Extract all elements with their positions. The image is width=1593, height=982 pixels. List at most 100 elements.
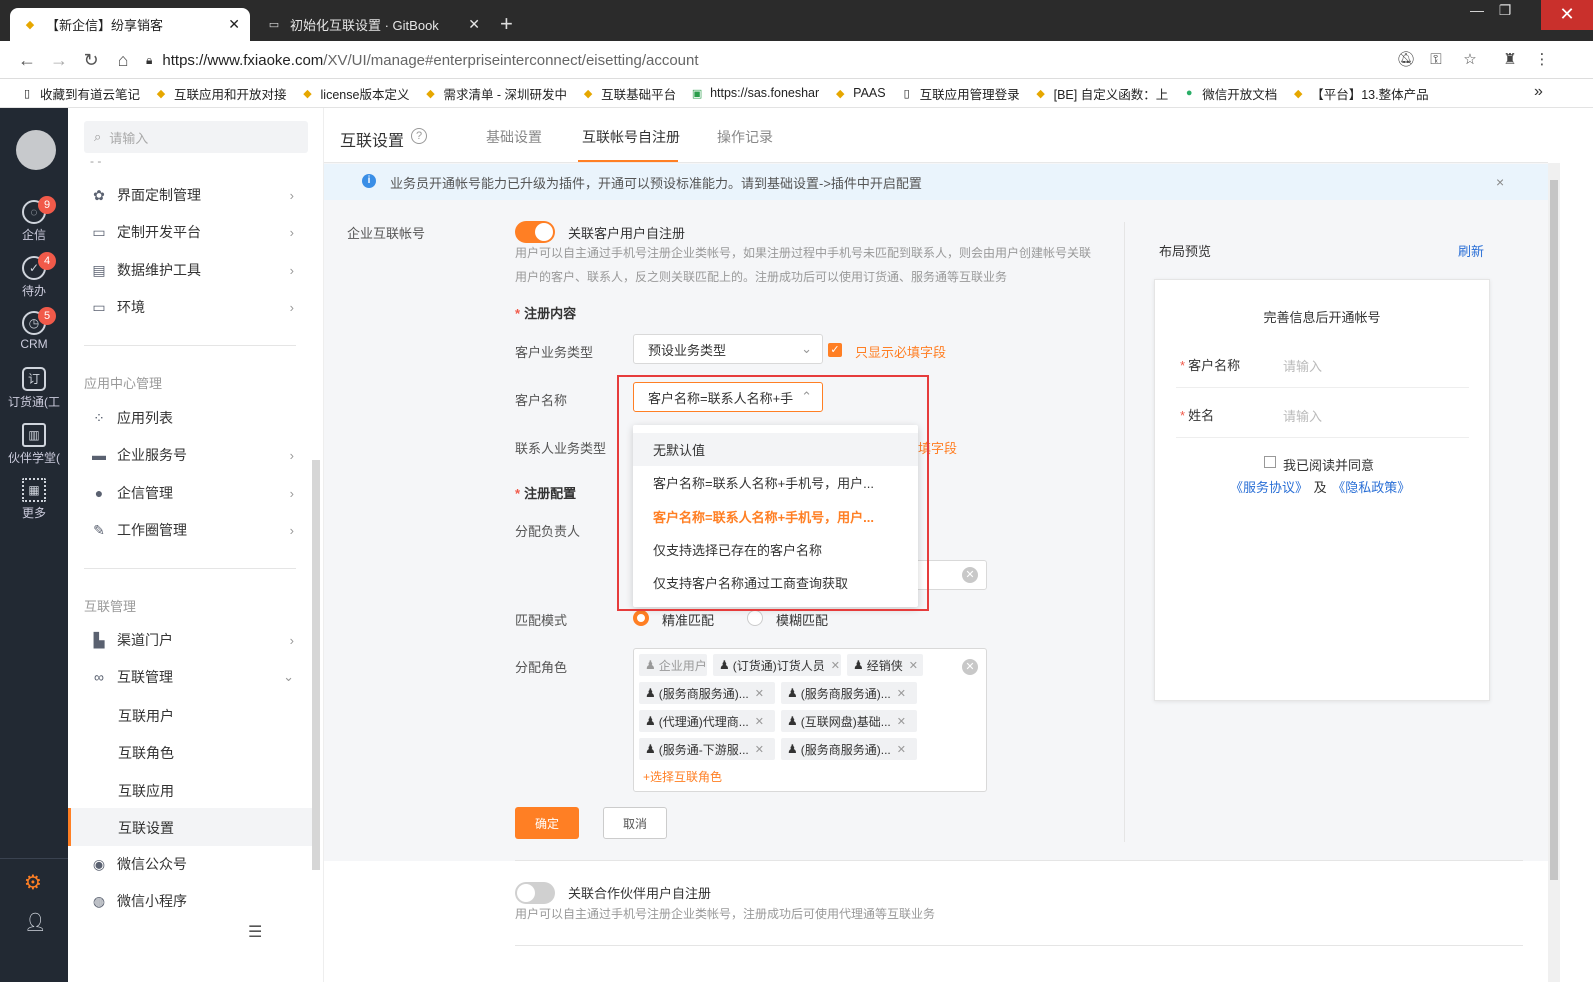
clear-icon[interactable]: ✕ bbox=[962, 659, 978, 675]
maximize-icon[interactable]: ❐ bbox=[1490, 2, 1520, 19]
bookmark[interactable]: ◆ 互联基础平台 bbox=[581, 84, 676, 103]
sidebar-item-interconnect-manage[interactable]: ∞ 互联管理 ⌄ bbox=[90, 665, 300, 689]
minimize-icon[interactable]: — bbox=[1462, 2, 1492, 18]
reload-icon[interactable]: ↻ bbox=[80, 49, 102, 71]
bookmark[interactable]: ▯ 互联应用管理登录 bbox=[900, 84, 1020, 103]
sidebar-subitem-users[interactable]: 互联用户 bbox=[118, 706, 174, 726]
sidebar-item-wechat-official[interactable]: ◉ 微信公众号 bbox=[90, 852, 300, 876]
roles-label: 分配角色 bbox=[515, 660, 568, 675]
sidebar-item-ui-custom[interactable]: ✿ 界面定制管理 › bbox=[90, 183, 300, 207]
sidebar-item-environment[interactable]: ▭ 环境 › bbox=[90, 295, 300, 319]
only-required-checkbox[interactable]: ✓ bbox=[828, 343, 842, 357]
add-role-link[interactable]: +选择互联角色 bbox=[643, 768, 722, 785]
partner-section bbox=[324, 861, 1548, 982]
role-chip: ♟ (服务通-下游服... ✕ bbox=[639, 738, 775, 760]
forward-icon[interactable]: → bbox=[48, 49, 70, 71]
sidebar-subitem-apps[interactable]: 互联应用 bbox=[118, 781, 174, 801]
clear-icon[interactable]: ✕ bbox=[962, 567, 978, 583]
building-icon: ▙ bbox=[93, 631, 105, 648]
reg-config-heading: * 注册配置 bbox=[515, 486, 577, 501]
section-label: 企业互联帐号 bbox=[347, 226, 426, 241]
sidebar-divider bbox=[84, 568, 296, 569]
role-chip: ♟ 企业用户 bbox=[639, 654, 707, 676]
remove-role-icon[interactable]: ✕ bbox=[897, 715, 906, 728]
apps-icon: ⁘ bbox=[93, 409, 105, 426]
new-tab-button[interactable]: + bbox=[500, 12, 513, 36]
bookmark[interactable]: ◆ [BE] 自定义函数：上 bbox=[1034, 84, 1168, 103]
bookmark[interactable]: ▯ 收藏到有道云笔记 bbox=[20, 84, 140, 103]
close-notice-icon[interactable]: × bbox=[1496, 174, 1504, 190]
remove-role-icon[interactable]: ✕ bbox=[897, 687, 906, 700]
refresh-link[interactable]: 刷新 bbox=[1458, 241, 1484, 260]
sidebar-subitem-roles[interactable]: 互联角色 bbox=[118, 743, 174, 763]
sidebar-item-service-account[interactable]: ▬ 企业服务号 › bbox=[90, 443, 300, 467]
radio-exact-match[interactable] bbox=[633, 610, 649, 626]
browser-tab-active[interactable]: ◆ 【新企信】纷享销客 ✕ bbox=[10, 8, 250, 41]
bookmark[interactable]: ◆ license版本定义 bbox=[301, 84, 409, 103]
remove-role-icon[interactable]: ✕ bbox=[755, 743, 764, 756]
rail-item-todo[interactable]: ✓ 4 待办 bbox=[0, 252, 68, 299]
tab-operation-log[interactable]: 操作记录 bbox=[717, 127, 773, 147]
section-divider bbox=[515, 945, 1523, 946]
rail-item-academy[interactable]: ▥ 伙伴学堂( bbox=[0, 423, 68, 466]
sidebar-item-workcircle[interactable]: ✎ 工作圈管理 › bbox=[90, 518, 300, 542]
sidebar-item-wechat-mini[interactable]: ◍ 微信小程序 bbox=[90, 889, 300, 913]
sidebar-item-qixin-manage[interactable]: ● 企信管理 › bbox=[90, 481, 300, 505]
avatar[interactable] bbox=[16, 130, 56, 170]
rail-item-more[interactable]: ▦ 更多 bbox=[0, 478, 68, 521]
address-bar-row: ← → ↻ ⌂ 🔒︎ https://www.fxiaoke.com/XV/UI… bbox=[0, 41, 1593, 79]
confirm-button[interactable]: 确定 bbox=[515, 807, 579, 839]
star-icon[interactable]: ☆ bbox=[1460, 50, 1480, 70]
url-input[interactable]: 🔒︎ https://www.fxiaoke.com/XV/UI/manage#… bbox=[146, 46, 1386, 74]
sidebar-scrollbar[interactable] bbox=[312, 460, 320, 870]
tab-self-register[interactable]: 互联帐号自注册 bbox=[582, 127, 680, 147]
remove-role-icon[interactable]: ✕ bbox=[755, 715, 764, 728]
bookmark[interactable]: ◆ 需求清单 - 深圳研发中 bbox=[423, 84, 567, 103]
browser-tab[interactable]: ▭ 初始化互联设置 · GitBook ✕ bbox=[254, 8, 490, 41]
browser-menu-icon[interactable]: ⋮ bbox=[1532, 50, 1552, 70]
sidebar-search-input[interactable]: ⌕ 请输入 bbox=[84, 121, 308, 153]
sidebar-subitem-settings[interactable]: 互联设置 bbox=[118, 818, 174, 838]
tab-title: 【新企信】纷享销客 bbox=[46, 18, 164, 33]
remove-role-icon[interactable]: ✕ bbox=[755, 687, 764, 700]
collapse-sidebar-icon[interactable]: ☰ bbox=[248, 922, 262, 942]
settings-gear-icon[interactable]: ⚙ bbox=[24, 870, 42, 895]
bookmark[interactable]: ▣ https://sas.foneshar bbox=[690, 86, 819, 100]
home-icon[interactable]: ⌂ bbox=[112, 49, 134, 71]
remove-role-icon[interactable]: ✕ bbox=[897, 743, 906, 756]
rail-item-qixin[interactable]: ◌ 9 企信 bbox=[0, 196, 68, 243]
chevron-right-icon: › bbox=[289, 485, 294, 501]
person-icon: ♟ bbox=[645, 658, 656, 672]
bookmark[interactable]: ◆ 【平台】13.整体产品 bbox=[1291, 84, 1429, 103]
page-scrollbar-thumb[interactable] bbox=[1550, 180, 1558, 880]
window-close-icon[interactable]: ✕ bbox=[1541, 0, 1593, 30]
radio-fuzzy-match[interactable] bbox=[747, 610, 763, 626]
rail-item-order[interactable]: 订 订货通(工 bbox=[0, 367, 68, 410]
rail-item-crm[interactable]: ◷ 5 CRM bbox=[0, 307, 68, 351]
sidebar-item-dev-platform[interactable]: ▭ 定制开发平台 › bbox=[90, 220, 300, 244]
bookmark[interactable]: ◆ 互联应用和开放对接 bbox=[154, 84, 287, 103]
toggle-customer-self-register[interactable] bbox=[515, 221, 555, 243]
cancel-button[interactable]: 取消 bbox=[603, 807, 667, 839]
sidebar-item-channel-portal[interactable]: ▙ 渠道门户 › bbox=[90, 628, 300, 652]
sidebar-item-app-list[interactable]: ⁘ 应用列表 bbox=[90, 406, 300, 430]
user-settings-icon[interactable]: 👤︎ bbox=[24, 912, 47, 933]
remove-role-icon[interactable]: ✕ bbox=[909, 659, 918, 672]
tab-basic-settings[interactable]: 基础设置 bbox=[486, 127, 542, 147]
more-bookmarks-icon[interactable]: » bbox=[1534, 83, 1543, 101]
close-tab-icon[interactable]: ✕ bbox=[468, 16, 480, 33]
remove-role-icon[interactable]: ✕ bbox=[831, 659, 840, 672]
cust-type-select[interactable]: 预设业务类型 ⌄ bbox=[633, 334, 823, 364]
help-icon[interactable]: ? bbox=[411, 128, 427, 144]
key-icon[interactable]: ⚿ bbox=[1426, 50, 1446, 70]
person-icon: ♟ bbox=[853, 658, 864, 672]
toggle-partner-self-register[interactable] bbox=[515, 882, 555, 904]
back-icon[interactable]: ← bbox=[16, 49, 38, 71]
cust-name-label: 客户名称 bbox=[515, 393, 568, 408]
bookmark[interactable]: ● 微信开放文档 bbox=[1182, 84, 1277, 103]
extension-icon[interactable]: ♜ bbox=[1500, 50, 1520, 70]
close-tab-icon[interactable]: ✕ bbox=[228, 16, 240, 33]
bookmark[interactable]: ◆ PAAS bbox=[833, 86, 886, 100]
sidebar-item-data-tools[interactable]: ▤ 数据维护工具 › bbox=[90, 258, 300, 282]
notifications-blocked-icon[interactable]: 🔕︎ bbox=[1396, 50, 1416, 70]
